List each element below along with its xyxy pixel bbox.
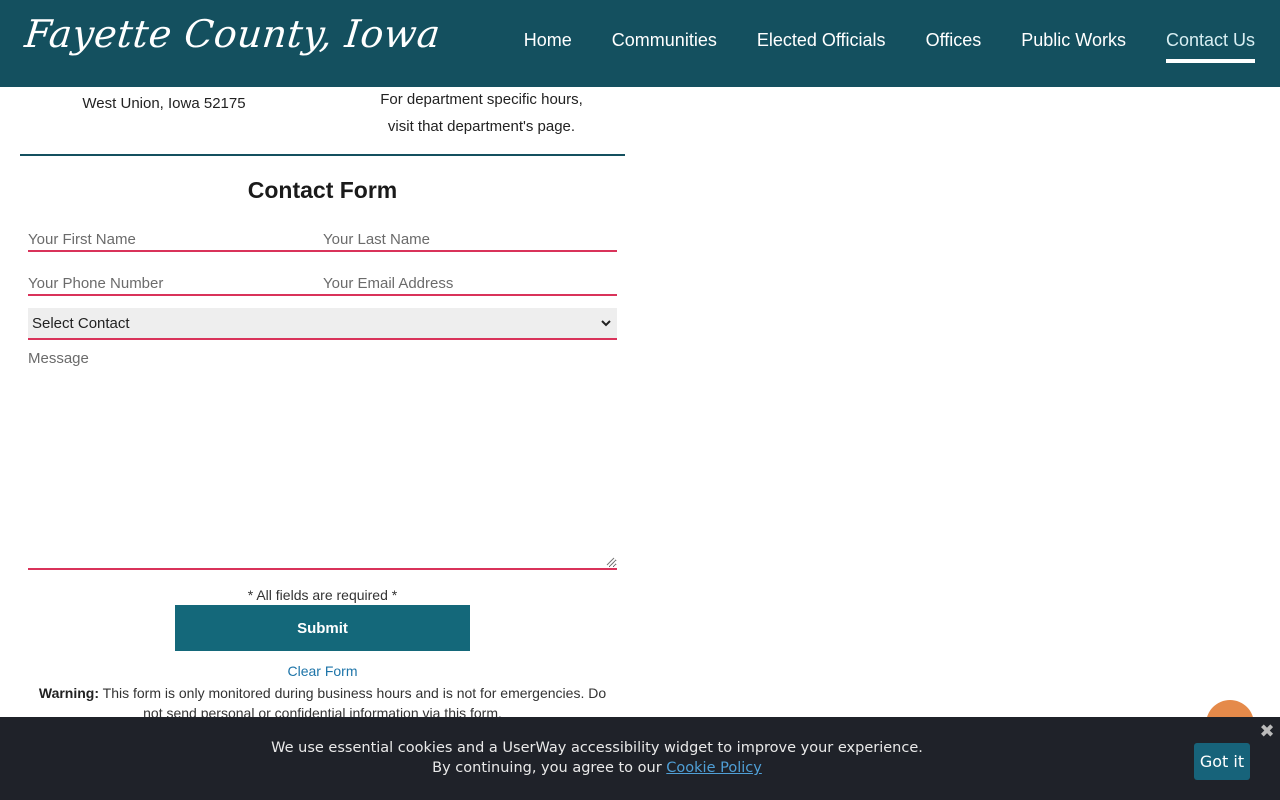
site-header: Fayette County, Iowa Home Communities El… — [0, 0, 1280, 87]
clear-form-link[interactable]: Clear Form — [20, 663, 625, 679]
nav-home[interactable]: Home — [524, 30, 572, 59]
email-input[interactable] — [323, 272, 617, 296]
main-nav: Home Communities Elected Officials Offic… — [524, 30, 1256, 63]
submit-button[interactable]: Submit — [175, 605, 470, 651]
cookie-policy-link[interactable]: Cookie Policy — [666, 760, 762, 776]
section-divider — [20, 154, 625, 156]
nav-public-works[interactable]: Public Works — [1021, 30, 1126, 59]
nav-contact-us[interactable]: Contact Us — [1165, 30, 1256, 63]
address-city: West Union, Iowa 52175 — [82, 95, 246, 112]
resize-grip-icon[interactable] — [606, 557, 615, 566]
warning-text: This form is only monitored during busin… — [102, 685, 607, 721]
hours-line-2: visit that department's page. — [387, 118, 576, 135]
form-title: Contact Form — [247, 177, 398, 203]
message-textarea[interactable] — [28, 350, 617, 570]
hours-line-1: For department specific hours, — [380, 91, 583, 108]
close-icon[interactable]: ✖ — [1258, 723, 1276, 741]
site-logo[interactable]: Fayette County, Iowa — [23, 12, 443, 56]
contact-select-value: Select Contact — [32, 314, 130, 332]
cookie-line-2: By continuing, you agree to our Cookie P… — [0, 758, 1194, 778]
nav-elected-officials[interactable]: Elected Officials — [757, 30, 886, 59]
warning-label: Warning: — [38, 685, 100, 701]
cookie-line-2-prefix: By continuing, you agree to our — [432, 760, 662, 776]
contact-select[interactable]: Select Contact — [28, 308, 617, 340]
nav-offices[interactable]: Offices — [926, 30, 982, 59]
cookie-message: We use essential cookies and a UserWay a… — [0, 738, 1194, 778]
last-name-input[interactable] — [323, 228, 617, 252]
first-name-input[interactable] — [28, 228, 323, 252]
cookie-accept-button[interactable]: Got it — [1194, 743, 1250, 780]
hours-note: For department specific hours, visit tha… — [338, 86, 625, 140]
nav-communities[interactable]: Communities — [612, 30, 717, 59]
phone-input[interactable] — [28, 272, 323, 296]
cookie-line-1: We use essential cookies and a UserWay a… — [271, 740, 923, 756]
cookie-banner: We use essential cookies and a UserWay a… — [0, 717, 1280, 800]
required-note: * All fields are required * — [247, 587, 398, 603]
chevron-down-icon — [601, 316, 611, 330]
